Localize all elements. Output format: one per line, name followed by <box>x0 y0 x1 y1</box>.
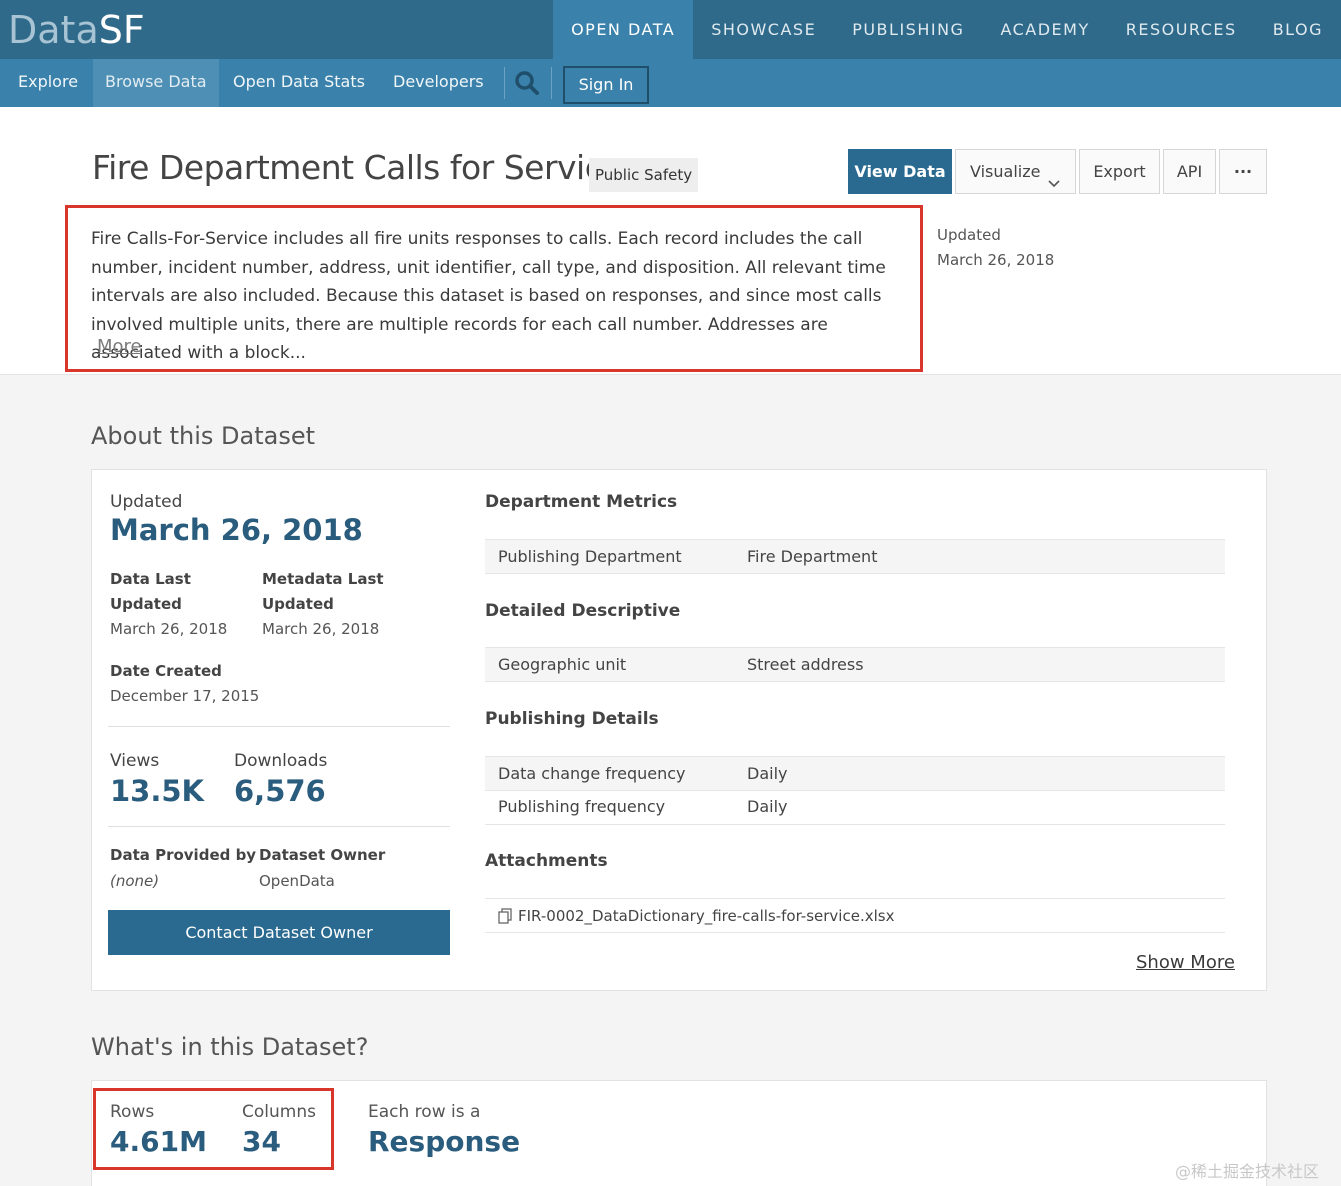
date-created-value: December 17, 2015 <box>110 687 260 705</box>
sub-nav-browse-data[interactable]: Browse Data <box>93 59 219 107</box>
views-label: Views <box>110 751 160 771</box>
data-last-updated-value: March 26, 2018 <box>110 620 228 638</box>
page-title: Fire Department Calls for Service <box>92 148 623 187</box>
data-provided-by-value: (none) <box>110 872 160 890</box>
top-nav-open-data[interactable]: OPEN DATA <box>553 0 694 59</box>
search-icon[interactable] <box>514 70 540 96</box>
data-provided-by-label: Data Provided by <box>110 846 257 864</box>
metric-value: Fire Department <box>747 547 878 566</box>
datasf-logo[interactable]: DataSF <box>8 8 145 52</box>
category-badge[interactable]: Public Safety <box>589 158 699 192</box>
attachment-row[interactable]: FIR-0002_DataDictionary_fire-calls-for-s… <box>485 898 1225 933</box>
visualize-label: Visualize <box>970 162 1041 181</box>
whats-in-heading: What's in this Dataset? <box>91 1033 369 1061</box>
more-actions-button[interactable]: ··· <box>1219 149 1267 194</box>
views-count: 13.5K <box>110 774 205 808</box>
visualize-dropdown[interactable]: Visualize <box>955 149 1076 194</box>
metric-value: Daily <box>747 797 788 816</box>
action-bar: View Data Visualize Export API ··· <box>848 149 1270 194</box>
metric-row: Geographic unit Street address <box>485 647 1225 682</box>
metric-value: Street address <box>747 655 864 674</box>
date-created-label: Date Created <box>110 662 222 680</box>
metric-key: Data change frequency <box>498 764 686 783</box>
top-nav-resources[interactable]: RESOURCES <box>1108 0 1255 59</box>
sub-nav-explore[interactable]: Explore <box>18 59 78 107</box>
metric-row: Publishing Department Fire Department <box>485 539 1225 574</box>
rows-label: Rows <box>110 1102 155 1122</box>
top-nav-showcase[interactable]: SHOWCASE <box>693 0 834 59</box>
each-row-value: Response <box>368 1125 521 1158</box>
columns-label: Columns <box>242 1102 316 1122</box>
metric-key: Geographic unit <box>498 655 627 674</box>
view-data-button[interactable]: View Data <box>848 149 952 194</box>
dataset-description: Fire Calls-For-Service includes all fire… <box>91 229 886 363</box>
columns-count: 34 <box>242 1125 281 1158</box>
updated-label: Updated <box>937 226 1001 244</box>
rows-count: 4.61M <box>110 1125 207 1158</box>
export-button[interactable]: Export <box>1079 149 1160 194</box>
updated-value: March 26, 2018 <box>937 251 1055 269</box>
metric-row: Publishing frequency Daily <box>485 790 1225 825</box>
sign-in-button[interactable]: Sign In <box>563 66 649 104</box>
data-last-updated-label: Data Last Updated <box>110 570 191 613</box>
sub-nav-divider <box>504 67 505 99</box>
about-heading: About this Dataset <box>91 422 315 450</box>
divider <box>108 726 450 727</box>
more-link[interactable]: More <box>97 336 142 357</box>
metric-value: Daily <box>747 764 788 783</box>
sub-nav-developers[interactable]: Developers <box>393 59 484 107</box>
publishing-details-heading: Publishing Details <box>485 709 659 729</box>
top-nav-blog[interactable]: BLOG <box>1255 0 1341 59</box>
metadata-last-updated-value: March 26, 2018 <box>262 620 380 638</box>
file-copy-icon <box>498 908 512 924</box>
contact-dataset-owner-button[interactable]: Contact Dataset Owner <box>108 910 450 955</box>
each-row-label: Each row is a <box>368 1102 481 1122</box>
api-button[interactable]: API <box>1163 149 1216 194</box>
top-nav-academy[interactable]: ACADEMY <box>982 0 1107 59</box>
detailed-descriptive-heading: Detailed Descriptive <box>485 601 681 621</box>
department-metrics-heading: Department Metrics <box>485 492 678 512</box>
show-more-link[interactable]: Show More <box>1136 952 1235 973</box>
divider <box>108 826 450 827</box>
metadata-last-updated-label: Metadata Last Updated <box>262 570 384 613</box>
sub-nav-divider <box>551 67 552 99</box>
downloads-label: Downloads <box>234 751 328 771</box>
about-updated-date: March 26, 2018 <box>110 513 363 547</box>
metric-row: Data change frequency Daily <box>485 756 1225 791</box>
top-nav: OPEN DATA SHOWCASE PUBLISHING ACADEMY RE… <box>553 0 1341 59</box>
attachments-heading: Attachments <box>485 851 608 871</box>
about-updated-label: Updated <box>110 492 183 512</box>
metric-key: Publishing frequency <box>498 797 666 816</box>
sub-nav-open-data-stats[interactable]: Open Data Stats <box>233 59 365 107</box>
downloads-count: 6,576 <box>234 774 326 808</box>
attachment-link[interactable]: FIR-0002_DataDictionary_fire-calls-for-s… <box>518 907 894 925</box>
top-nav-publishing[interactable]: PUBLISHING <box>834 0 982 59</box>
chevron-down-icon <box>1047 164 1061 207</box>
dataset-owner-value: OpenData <box>259 872 335 890</box>
dataset-owner-label: Dataset Owner <box>259 846 386 864</box>
top-header: DataSF OPEN DATA SHOWCASE PUBLISHING ACA… <box>0 0 1341 59</box>
sub-nav: Explore Browse Data Open Data Stats Deve… <box>0 59 1341 107</box>
metric-key: Publishing Department <box>498 547 682 566</box>
watermark: @稀土掘金技术社区 <box>1175 1162 1320 1181</box>
